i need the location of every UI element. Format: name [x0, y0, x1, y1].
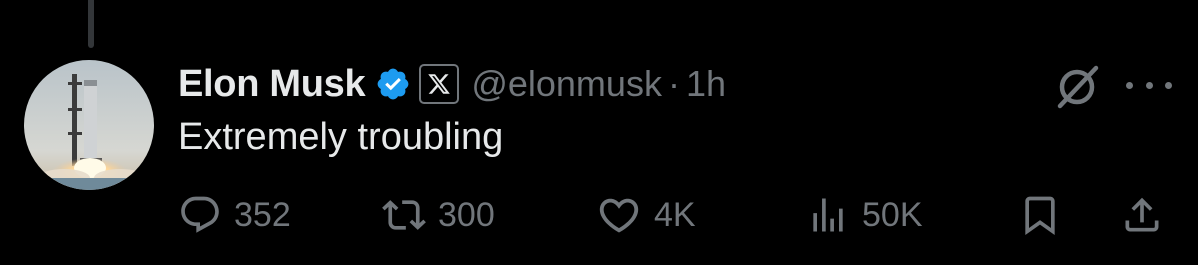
more-dot [1165, 81, 1172, 89]
more-dot [1145, 81, 1153, 89]
reply-icon [181, 196, 219, 233]
like-icon [599, 198, 639, 233]
like-count: 4K [654, 195, 696, 234]
thread-line [88, 0, 94, 48]
separator-dot: · [667, 63, 680, 104]
tweet-header: Elon Musk @elonmusk · 1h [178, 56, 726, 112]
more-dot [1126, 81, 1133, 89]
x-logo-icon[interactable] [419, 64, 460, 104]
action-bar: 352 300 4K 50K [176, 190, 1174, 240]
reply-button[interactable]: 352 [178, 190, 291, 240]
author-name[interactable]: Elon Musk [178, 63, 366, 106]
share-button[interactable] [1120, 190, 1164, 240]
repost-icon [382, 200, 426, 230]
repost-count: 300 [438, 195, 495, 234]
like-button[interactable]: 4K [596, 190, 696, 240]
timestamp[interactable]: 1h [686, 63, 726, 105]
bookmark-button[interactable] [1018, 190, 1062, 240]
more-icon[interactable] [1126, 70, 1172, 100]
view-count: 50K [862, 195, 923, 234]
views-icon [813, 198, 843, 232]
tweet-text: Extremely troubling [178, 116, 504, 158]
verified-badge-icon[interactable] [375, 66, 411, 102]
bookmark-icon [1025, 196, 1055, 236]
grok-icon[interactable] [1052, 62, 1102, 112]
avatar[interactable] [24, 60, 154, 190]
reply-count: 352 [234, 195, 291, 234]
views-button[interactable]: 50K [806, 190, 923, 240]
repost-button[interactable]: 300 [382, 190, 495, 240]
share-icon [1125, 197, 1159, 232]
author-handle[interactable]: @elonmusk [471, 63, 662, 105]
